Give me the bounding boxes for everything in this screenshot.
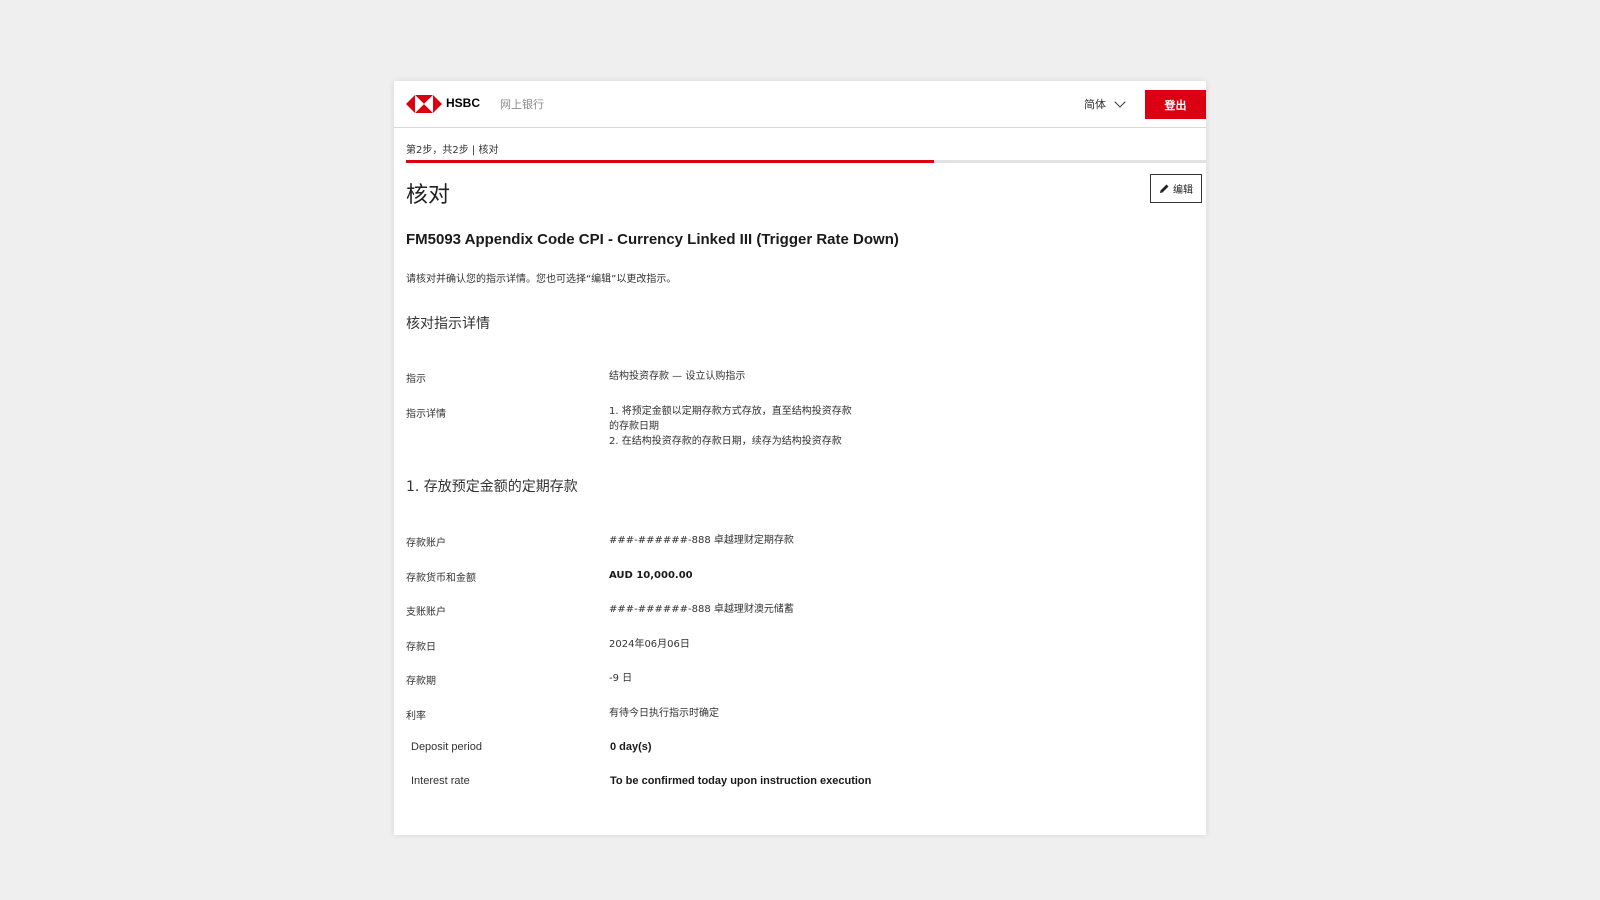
edit-button[interactable]: 编辑	[1150, 174, 1202, 203]
row-value-instruction: 结构投资存款 — 设立认购指示	[609, 371, 746, 382]
row-label-deposit-account: 存款账户	[406, 538, 446, 549]
row-label-deposit-date: 存款日	[406, 642, 436, 653]
row-label-instruction-detail: 指示详情	[406, 409, 446, 420]
language-label: 简体	[1084, 98, 1106, 111]
row-value-currency-amount: AUD 10,000.00	[609, 570, 693, 581]
instruction-detail-line: 2. 在结构投资存款的存款日期，续存为结构投资存款	[609, 436, 842, 447]
row-value-deposit-account: ###-######-888 卓越理财定期存款	[609, 535, 794, 546]
row-value-deposit-period: -9 日	[609, 673, 633, 684]
language-selector[interactable]: 简体	[1084, 96, 1126, 112]
row-label-instruction: 指示	[406, 374, 426, 385]
row-value-interest-rate: 有待今日执行指示时确定	[609, 708, 719, 719]
row-value-deposit-period-en: 0 day(s)	[610, 741, 652, 753]
row-label-interest-rate: 利率	[406, 711, 426, 722]
logout-button[interactable]: 登出	[1145, 90, 1206, 119]
row-value-deposit-date: 2024年06月06日	[609, 639, 690, 650]
row-value-debit-account: ###-######-888 卓越理财澳元储蓄	[609, 604, 794, 615]
step-indicator: 第2步，共2步 | 核对	[406, 145, 499, 156]
review-page: HSBC 网上银行 简体 登出 第2步，共2步 | 核对 核对 编辑 FM509…	[394, 81, 1206, 835]
section-title-instruction: 核对指示详情	[406, 316, 490, 332]
row-label-interest-rate-en: Interest rate	[411, 775, 470, 787]
edit-button-label: 编辑	[1173, 185, 1193, 196]
chevron-down-icon	[1114, 96, 1126, 108]
row-label-deposit-period: 存款期	[406, 676, 436, 687]
brand-name: HSBC	[446, 96, 481, 110]
instruction-detail-line: 的存款日期	[609, 421, 659, 432]
row-value-interest-rate-en: To be confirmed today upon instruction e…	[610, 775, 872, 787]
progress-fill	[406, 160, 934, 163]
top-header: HSBC 网上银行 简体 登出	[394, 81, 1206, 128]
instruction-detail-line: 1. 将预定金额以定期存款方式存放，直至结构投资存款	[609, 406, 852, 417]
hsbc-logo-icon[interactable]	[406, 94, 442, 114]
intro-text: 请核对并确认您的指示详情。您也可选择“编辑”以更改指示。	[406, 274, 677, 285]
section-title-deposit: 1. 存放预定金额的定期存款	[406, 479, 578, 495]
row-label-debit-account: 支账账户	[406, 607, 446, 618]
row-value-instruction-detail: 1. 将预定金额以定期存款方式存放，直至结构投资存款 的存款日期 2. 在结构投…	[609, 404, 852, 449]
pencil-icon	[1160, 184, 1169, 193]
page-title: 核对	[406, 183, 451, 208]
row-label-deposit-period-en: Deposit period	[411, 741, 482, 753]
app-name: 网上银行	[500, 98, 544, 111]
product-name: FM5093 Appendix Code CPI - Currency Link…	[406, 231, 899, 248]
progress-bar	[406, 160, 1206, 163]
row-label-currency-amount: 存款货币和金额	[406, 573, 476, 584]
